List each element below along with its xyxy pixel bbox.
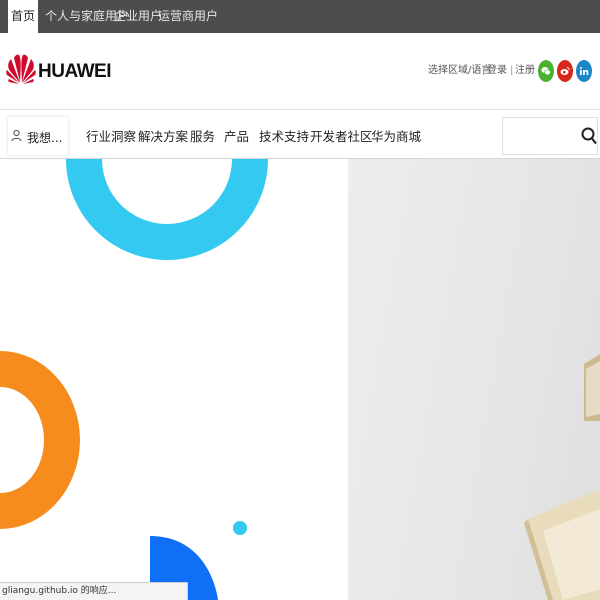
wish-dropdown[interactable]: 我想... (8, 117, 68, 155)
user-icon (11, 129, 22, 142)
hero-graphic (0, 159, 348, 600)
site-header: HUAWEI 选择区域/语言 | 登录 | 注册 (0, 33, 600, 109)
login-link[interactable]: 登录 (487, 65, 507, 77)
nav-item-services[interactable]: 服务 (190, 126, 215, 145)
tab-carrier[interactable]: 运营商用户 (158, 0, 218, 33)
search-icon[interactable] (581, 127, 597, 145)
nav-item-developer[interactable]: 开发者社区 (310, 126, 373, 145)
nav-item-vmall[interactable]: 华为商城 (371, 126, 421, 145)
main-navigation: 我想... 行业洞察 解决方案 服务 产品 技术支持 开发者社区 华为商城 (0, 109, 600, 159)
top-category-bar: 首页 个人与家庭用户 企业用户 运营商用户 (0, 0, 600, 33)
brand-wordmark[interactable]: HUAWEI (38, 61, 112, 83)
laptop-image (524, 354, 600, 600)
nav-item-products[interactable]: 产品 (224, 126, 249, 145)
tab-enterprise[interactable]: 企业用户 (114, 0, 162, 33)
weibo-icon[interactable] (557, 60, 573, 82)
register-link[interactable]: 注册 (515, 65, 535, 77)
cyan-dot-shape (233, 521, 247, 535)
huawei-logo-icon[interactable] (6, 53, 36, 85)
decorative-shapes (0, 159, 268, 600)
separator: | (482, 65, 486, 76)
tab-home[interactable]: 首页 (8, 0, 38, 33)
browser-status-bar: gliangu.github.io 的响应... (0, 582, 188, 600)
nav-item-support[interactable]: 技术支持 (259, 126, 309, 145)
orange-ring-shape (0, 351, 80, 529)
nav-item-insights[interactable]: 行业洞察 (86, 126, 136, 145)
linkedin-icon[interactable] (576, 60, 592, 82)
wish-label: 我想... (27, 131, 63, 145)
hero-product-image[interactable] (348, 159, 600, 600)
cyan-arc-shape (66, 159, 268, 260)
nav-item-solutions[interactable]: 解决方案 (138, 126, 188, 145)
separator: | (510, 65, 514, 76)
wechat-icon[interactable] (538, 60, 554, 82)
search-input[interactable] (502, 117, 598, 155)
